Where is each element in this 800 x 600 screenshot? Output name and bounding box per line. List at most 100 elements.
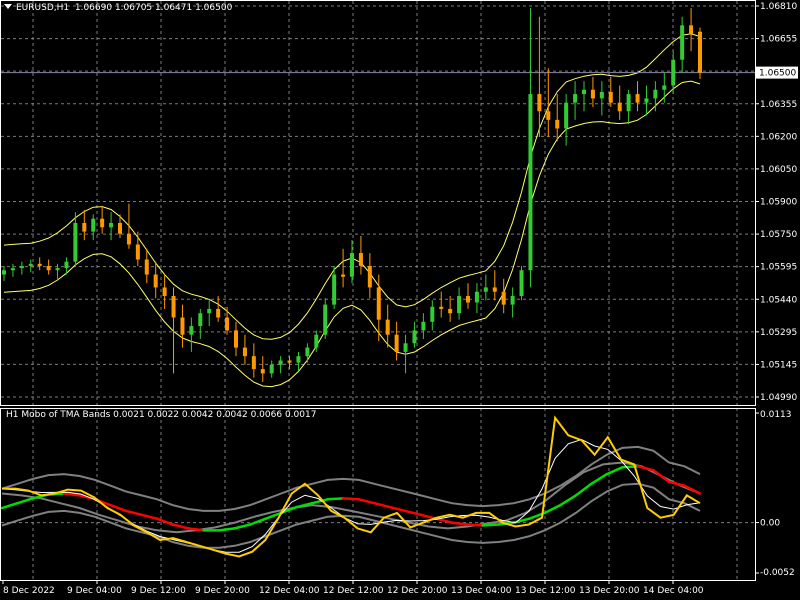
candle-body bbox=[528, 94, 533, 271]
candle-body bbox=[501, 291, 506, 305]
candle-body bbox=[2, 270, 6, 275]
candle-body bbox=[64, 261, 69, 269]
candle-body bbox=[234, 330, 238, 348]
candle-body bbox=[376, 287, 381, 320]
candle-body bbox=[118, 222, 122, 234]
price-tick-label: 1.05295 bbox=[760, 328, 797, 338]
candle-body bbox=[19, 265, 24, 269]
candle-body bbox=[251, 356, 256, 370]
candle-body bbox=[573, 94, 578, 103]
candle-body bbox=[46, 265, 51, 271]
candle-body bbox=[242, 347, 247, 357]
price-chart[interactable]: 1.06810 1.06655 1.06500 1.06355 1.06200 1.060… bbox=[0, 0, 800, 600]
candle-body bbox=[626, 94, 631, 112]
candle-body bbox=[144, 259, 149, 275]
candle-body bbox=[599, 91, 604, 99]
indicator-trend-segment bbox=[341, 497, 361, 501]
candle-body bbox=[689, 25, 694, 34]
candle-body bbox=[126, 233, 131, 245]
candle-body bbox=[385, 319, 390, 335]
candle-body bbox=[171, 296, 176, 318]
time-tick-label: 9 Dec 20:00 bbox=[195, 586, 250, 596]
candle-body bbox=[564, 102, 569, 129]
time-tick-label: 9 Dec 04:00 bbox=[67, 586, 122, 596]
candle-body bbox=[457, 296, 462, 314]
candle-body bbox=[394, 334, 399, 352]
candle-body bbox=[519, 270, 524, 297]
price-tick-label: 1.05750 bbox=[760, 230, 797, 240]
candle-body bbox=[617, 102, 622, 112]
candle-body bbox=[439, 306, 444, 309]
price-tick-label: 1.05595 bbox=[760, 263, 797, 273]
time-tick-label: 12 Dec 12:00 bbox=[323, 586, 384, 596]
candle-body bbox=[358, 253, 363, 266]
time-tick-label: 9 Dec 12:00 bbox=[131, 586, 186, 596]
candle-body bbox=[189, 326, 194, 335]
candle-body bbox=[332, 274, 337, 305]
candle-body bbox=[296, 356, 301, 363]
candle-body bbox=[55, 268, 60, 271]
time-tick-label: 12 Dec 04:00 bbox=[259, 586, 320, 596]
candle-body bbox=[590, 89, 595, 99]
candle-body bbox=[492, 287, 497, 292]
price-tick-label: 1.05440 bbox=[760, 295, 797, 305]
candle-body bbox=[546, 111, 551, 120]
price-tick-label: 1.06655 bbox=[760, 35, 797, 45]
time-tick-label: 13 Dec 12:00 bbox=[515, 586, 576, 596]
time-tick-label: 12 Dec 20:00 bbox=[387, 586, 448, 596]
candle-body bbox=[421, 321, 426, 331]
candle-body bbox=[162, 287, 167, 297]
price-tick-label: 1.06050 bbox=[760, 165, 797, 175]
candle-body bbox=[91, 218, 96, 232]
candle-body bbox=[82, 222, 87, 232]
candle-body bbox=[109, 222, 114, 228]
candle-body bbox=[323, 304, 328, 335]
candle-body bbox=[483, 287, 488, 292]
candle-body bbox=[662, 85, 667, 90]
candle-body bbox=[466, 296, 470, 303]
candle-body bbox=[510, 296, 515, 305]
candle-body bbox=[680, 25, 685, 60]
candle-body bbox=[37, 263, 42, 266]
candle-body bbox=[305, 347, 310, 357]
candle-body bbox=[474, 291, 479, 303]
candle-body bbox=[314, 334, 319, 348]
chart-title[interactable]: EURUSD,H1 1.06690 1.06705 1.06471 1.0650… bbox=[4, 3, 232, 13]
price-tick-label: 1.06200 bbox=[760, 132, 797, 142]
indicator-title: H1 Mobo of TMA Bands 0.0021 0.0022 0.004… bbox=[6, 410, 317, 420]
price-tick-label: 1.04990 bbox=[760, 393, 797, 403]
time-tick-label: 13 Dec 04:00 bbox=[451, 586, 512, 596]
indicator-tick-label: 0.0113 bbox=[760, 410, 792, 420]
dropdown-triangle-icon[interactable] bbox=[4, 4, 12, 9]
candle-body bbox=[216, 308, 221, 318]
price-tick-label: 1.06810 bbox=[760, 2, 797, 12]
time-tick-label: 8 Dec 2022 bbox=[3, 586, 55, 596]
candle-body bbox=[644, 98, 649, 103]
candle-body bbox=[10, 268, 15, 271]
candle-body bbox=[635, 94, 640, 103]
candle-body bbox=[269, 364, 274, 374]
candle-body bbox=[350, 253, 354, 277]
candle-body bbox=[198, 313, 203, 327]
candle-body bbox=[278, 360, 283, 365]
candle-body bbox=[608, 91, 613, 103]
candle-body bbox=[28, 263, 33, 266]
candle-body bbox=[653, 89, 658, 99]
current-price-label: 1.06500 bbox=[759, 69, 796, 79]
price-tick-label: 1.06355 bbox=[760, 100, 797, 110]
candle-body bbox=[367, 265, 372, 288]
candle-body bbox=[698, 31, 702, 73]
candle-body bbox=[180, 317, 185, 335]
symbol-label: EURUSD,H1 bbox=[16, 3, 70, 13]
time-tick-label: 13 Dec 20:00 bbox=[579, 586, 640, 596]
candle-body bbox=[555, 119, 560, 129]
indicator-trend-segment bbox=[466, 523, 485, 527]
candle-body bbox=[671, 59, 676, 86]
candle-body bbox=[73, 222, 78, 262]
candle-body bbox=[430, 306, 435, 322]
candle-body bbox=[135, 244, 140, 260]
candle-body bbox=[287, 360, 292, 363]
candle-body bbox=[207, 308, 212, 314]
candle-body bbox=[448, 308, 453, 314]
ohlc-values: 1.06690 1.06705 1.06471 1.06500 bbox=[74, 3, 233, 13]
